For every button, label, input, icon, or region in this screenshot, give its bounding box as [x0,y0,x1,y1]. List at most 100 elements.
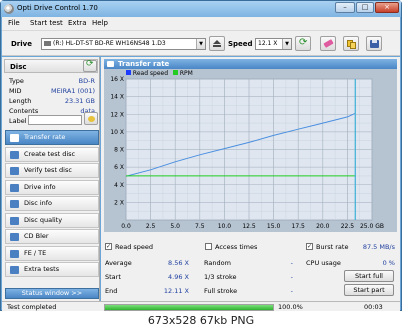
chart-area: Read speed RPM 0.0 2.5 5.0 7.5 10.0 12.5 15.0 1… [104,69,397,232]
read-speed-label: Read speed [115,243,154,251]
drive-select-value: (R:) HL-DT-ST BD-RE WH16NS48 1.D3 [53,40,166,47]
nav-item-extra-tests[interactable]: Extra tests [5,262,99,277]
refresh-icon: ⟳ [299,37,308,48]
erase-button[interactable] [320,36,336,51]
transfer-rate-icon [107,61,114,67]
chevron-down-icon: ▼ [282,39,291,49]
cpu-usage-value: 0 % [382,259,395,267]
x-tick-label: 7.5 [195,223,205,230]
refresh-disc-button[interactable]: ⟳ [83,59,97,72]
copy-icon-back [350,42,356,49]
x-tick-label: 15.0 [267,223,281,230]
app-window: Opti Drive Control 1.70 – □ × File Start… [0,0,402,312]
speed-select[interactable]: 12.1 X ▼ [255,38,292,50]
eject-button[interactable] [209,36,225,51]
nav-item-fe-te[interactable]: FE / TE [5,245,99,261]
x-tick-label: 12.5 [242,223,256,230]
copy-button[interactable] [343,36,359,51]
panel-title-text: Transfer rate [118,60,170,68]
x-tick-label: 5.0 [170,223,180,230]
nav-item-cd-bler[interactable]: CD Bler [5,229,99,244]
nav-item-label: Verify test disc [24,166,72,174]
one-third-stroke-value: - [290,273,293,281]
maximize-button[interactable]: □ [356,2,374,13]
disc-mid-label: MID [9,87,22,95]
status-window-button[interactable]: Status window >> [5,288,99,299]
menu-start-test[interactable]: Start test [30,19,63,27]
drive-icon [44,41,51,46]
nav-item-label: Disc info [24,199,53,207]
disc-length-label: Length [9,97,32,105]
close-button[interactable]: × [375,2,399,13]
end-label: End [105,287,118,295]
save-button[interactable] [366,36,382,51]
cd-bler-icon [10,233,19,241]
disc-info-icon [10,200,19,208]
elapsed-time: 00:03 [364,303,383,311]
progress-fill [105,305,273,310]
refresh-icon: ⟳ [86,59,94,69]
start-label: Start [105,273,121,281]
extra-tests-icon [10,266,19,274]
y-tick-label: 6 X [114,164,124,171]
menu-help[interactable]: Help [92,19,108,27]
transfer-rate-icon [10,134,19,142]
transfer-rate-chart: 0.0 2.5 5.0 7.5 10.0 12.5 15.0 17.5 20.0 22.5 25.0… [110,76,384,230]
disc-heading: Disc [10,63,27,71]
right-panel: Transfer rate Read speed RPM 0.0 2.5 5.0 7.… [101,57,400,302]
nav-item-label: Drive info [24,182,56,191]
x-tick-label: 17.5 [292,223,306,230]
average-value: 8.56 X [168,259,189,267]
drive-select[interactable]: (R:) HL-DT-ST BD-RE WH16NS48 1.D3 ▼ [41,38,206,50]
toolbar: Drive (R:) HL-DT-ST BD-RE WH16NS48 1.D3 … [2,30,400,56]
nav-item-disc-quality[interactable]: Disc quality [5,212,99,228]
x-tick-label: 20.0 [316,223,330,230]
disc-mid-value: MEIRA1 (001) [50,87,95,95]
drive-info-icon [10,183,19,192]
nav-item-disc-info[interactable]: Disc info [5,196,99,211]
nav-item-drive-info[interactable]: Drive info [5,179,99,195]
burst-rate-checkbox[interactable]: ✓ [306,243,313,250]
cpu-usage-label: CPU usage [306,259,341,267]
disc-section-header: Disc ⟳ [4,59,98,73]
create-disc-icon [10,150,19,159]
apply-label-button[interactable] [84,112,98,125]
status-text: Test completed [7,303,57,311]
nav-item-verify-test-disc[interactable]: Verify test disc [5,163,99,178]
random-label: Random [204,259,231,267]
burst-rate-value: 87.5 MB/s [362,243,395,251]
x-tick-label: 2.5 [146,223,156,230]
panel-title: Transfer rate [104,59,397,69]
average-label: Average [105,259,132,267]
one-third-stroke-label: 1/3 stroke [204,273,237,281]
left-panel: Disc ⟳ Type BD-R MID MEIRA1 (001) Length… [2,57,100,302]
menu-extra[interactable]: Extra [68,19,86,27]
disc-label-field[interactable] [28,115,82,125]
y-tick-label: 14 X [110,94,124,101]
floppy-icon-shutter [372,40,377,43]
nav-item-create-test-disc[interactable]: Create test disc [5,146,99,162]
access-times-checkbox[interactable] [205,243,212,250]
y-tick-label: 16 X [110,76,124,83]
eject-icon-bar [213,45,221,47]
chevron-down-icon: ▼ [196,39,205,49]
nav-item-transfer-rate[interactable]: Transfer rate [5,130,99,145]
nav-item-label: Extra tests [24,265,60,273]
start-full-button[interactable]: Start full [344,270,394,282]
read-speed-checkbox[interactable]: ✓ [105,243,112,250]
fe-te-icon [10,249,19,258]
access-times-label: Access times [215,243,258,251]
nav-item-label: Transfer rate [24,133,66,141]
menu-file[interactable]: File [8,19,20,27]
verify-disc-icon [10,167,19,175]
refresh-speed-button[interactable]: ⟳ [295,36,311,51]
start-part-button[interactable]: Start part [344,284,394,296]
nav-item-label: CD Bler [24,232,49,240]
title-bar: Opti Drive Control 1.70 – □ × [1,1,401,17]
x-tick-label: 0.0 [121,223,131,230]
minimize-button[interactable]: – [335,2,355,13]
disc-icon [4,4,14,14]
speed-select-value: 12.1 X [258,40,278,47]
disc-quality-icon [10,216,19,225]
progress-label: 100.0% [278,303,303,311]
